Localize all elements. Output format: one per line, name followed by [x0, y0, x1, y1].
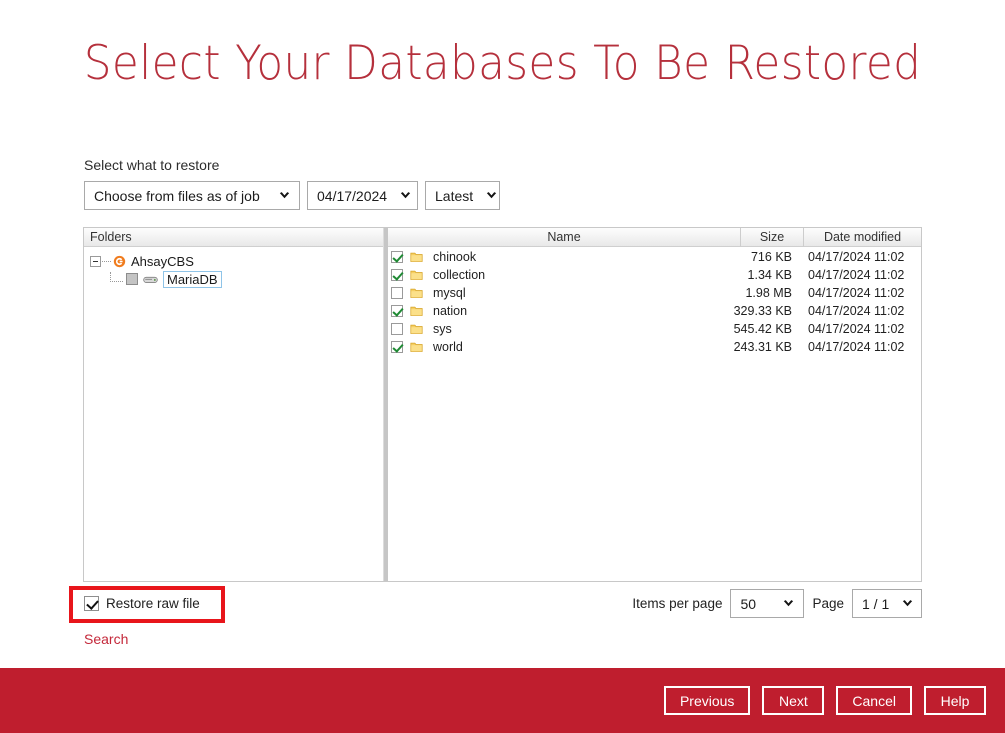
items-per-page-label: Items per page [632, 596, 723, 611]
folder-icon [410, 252, 423, 262]
folder-icon [410, 270, 423, 280]
table-row[interactable]: collection 1.34 KB 04/17/2024 11:02 [388, 266, 921, 284]
row-name: mysql [433, 286, 466, 300]
restore-raw-file-option[interactable]: Restore raw file [84, 596, 200, 611]
tree-node-ahsaycbs[interactable]: AhsayCBS [90, 252, 383, 270]
row-icon-cell [410, 287, 427, 299]
items-per-page-dropdown[interactable]: 50 [730, 589, 805, 618]
items-per-page-value: 50 [740, 595, 757, 612]
folder-tree: AhsayCBS MariaDB [84, 247, 383, 288]
row-icon-cell [410, 269, 427, 281]
row-name: sys [433, 322, 452, 336]
chevron-down-icon [279, 192, 290, 199]
file-list-pane: Name Size Date modified chinook 716 KB 04/… [388, 228, 921, 581]
chevron-down-icon [903, 600, 913, 607]
chevron-down-icon [400, 192, 411, 199]
row-checkbox-cell [388, 251, 410, 263]
search-link[interactable]: Search [84, 631, 128, 647]
restore-version-value: Latest [435, 187, 474, 204]
folders-header-label: Folders [90, 230, 132, 244]
tree-connector [102, 260, 111, 262]
row-checkbox[interactable] [390, 251, 403, 263]
row-name: nation [433, 304, 468, 318]
tree-node-label: AhsayCBS [131, 253, 194, 269]
row-date-modified: 04/17/2024 11:02 [808, 268, 905, 282]
table-row[interactable]: sys 545.42 KB 04/17/2024 11:02 [388, 320, 921, 338]
row-size: 1.98 MB [745, 286, 792, 300]
row-date-modified: 04/17/2024 11:02 [808, 250, 905, 264]
row-checkbox-cell [388, 305, 410, 317]
page-title: Select Your Databases To Be Restored [83, 36, 922, 91]
row-name: chinook [433, 250, 477, 264]
page-value: 1 / 1 [862, 595, 890, 612]
footer-action-bar: Previous Next Cancel Help [0, 668, 1005, 733]
restore-source-value: Choose from files as of job [94, 187, 260, 204]
cancel-button[interactable]: Cancel [836, 686, 912, 715]
row-name: collection [433, 268, 486, 282]
restore-date-value: 04/17/2024 [317, 187, 388, 204]
file-list-column-headers: Name Size Date modified [388, 228, 921, 247]
select-what-to-restore-label: Select what to restore [84, 157, 220, 173]
folder-icon [410, 288, 423, 298]
page-label: Page [812, 596, 844, 611]
next-button[interactable]: Next [762, 686, 825, 715]
row-checkbox[interactable] [390, 341, 403, 353]
chevron-down-icon [486, 192, 497, 199]
restore-raw-file-label: Restore raw file [106, 596, 200, 611]
tree-connector [110, 271, 123, 282]
file-browser-panel: Folders AhsayCBS MariaDB Name Size Date … [83, 227, 922, 582]
restore-source-dropdown[interactable]: Choose from files as of job [84, 181, 300, 210]
column-header-name[interactable]: Name [388, 228, 741, 247]
column-header-date-modified[interactable]: Date modified [804, 228, 921, 247]
restore-raw-file-checkbox[interactable] [84, 596, 99, 611]
folders-column-header: Folders [84, 228, 383, 247]
row-date-modified: 04/17/2024 11:02 [808, 340, 905, 354]
row-size: 1.34 KB [747, 268, 792, 282]
row-checkbox-cell [388, 269, 410, 281]
ahsay-logo-icon [113, 255, 126, 267]
tree-node-checkbox[interactable] [126, 273, 138, 285]
column-header-size[interactable]: Size [741, 228, 804, 247]
folder-icon [410, 306, 423, 316]
table-row[interactable]: chinook 716 KB 04/17/2024 11:02 [388, 248, 921, 266]
row-checkbox[interactable] [390, 323, 403, 335]
row-icon-cell [410, 341, 427, 353]
row-icon-cell [410, 251, 427, 263]
row-size: 716 KB [750, 250, 792, 264]
restore-source-controls: Choose from files as of job 04/17/2024 L… [84, 181, 500, 210]
help-button[interactable]: Help [924, 686, 986, 715]
row-size: 243.31 KB [733, 340, 792, 354]
collapse-icon[interactable] [90, 255, 101, 267]
previous-button[interactable]: Previous [663, 686, 751, 715]
row-size: 545.42 KB [733, 322, 792, 336]
database-icon [143, 276, 158, 283]
row-size: 329.33 KB [733, 304, 792, 318]
file-list-rows: chinook 716 KB 04/17/2024 11:02 collection 1… [388, 247, 921, 356]
tree-node-mariadb[interactable]: MariaDB [90, 270, 383, 288]
row-icon-cell [410, 323, 427, 335]
folder-icon [410, 342, 423, 352]
folder-icon [410, 324, 423, 334]
row-checkbox-cell [388, 287, 410, 299]
restore-date-dropdown[interactable]: 04/17/2024 [307, 181, 418, 210]
row-icon-cell [410, 305, 427, 317]
row-name: world [433, 340, 463, 354]
row-checkbox-cell [388, 323, 410, 335]
row-date-modified: 04/17/2024 11:02 [808, 286, 905, 300]
row-checkbox-cell [388, 341, 410, 353]
pagination-controls: Items per page 50 Page 1 / 1 [632, 589, 922, 618]
row-checkbox[interactable] [390, 287, 403, 299]
chevron-down-icon [784, 600, 794, 607]
row-checkbox[interactable] [390, 269, 403, 281]
page-dropdown[interactable]: 1 / 1 [852, 589, 922, 618]
table-row[interactable]: nation 329.33 KB 04/17/2024 11:02 [388, 302, 921, 320]
folder-tree-pane: Folders AhsayCBS MariaDB [84, 228, 384, 581]
table-row[interactable]: world 243.31 KB 04/17/2024 11:02 [388, 338, 921, 356]
restore-version-dropdown[interactable]: Latest [425, 181, 500, 210]
row-checkbox[interactable] [390, 305, 403, 317]
tree-node-label: MariaDB [163, 270, 222, 288]
table-row[interactable]: mysql 1.98 MB 04/17/2024 11:02 [388, 284, 921, 302]
row-date-modified: 04/17/2024 11:02 [808, 304, 905, 318]
row-date-modified: 04/17/2024 11:02 [808, 322, 905, 336]
